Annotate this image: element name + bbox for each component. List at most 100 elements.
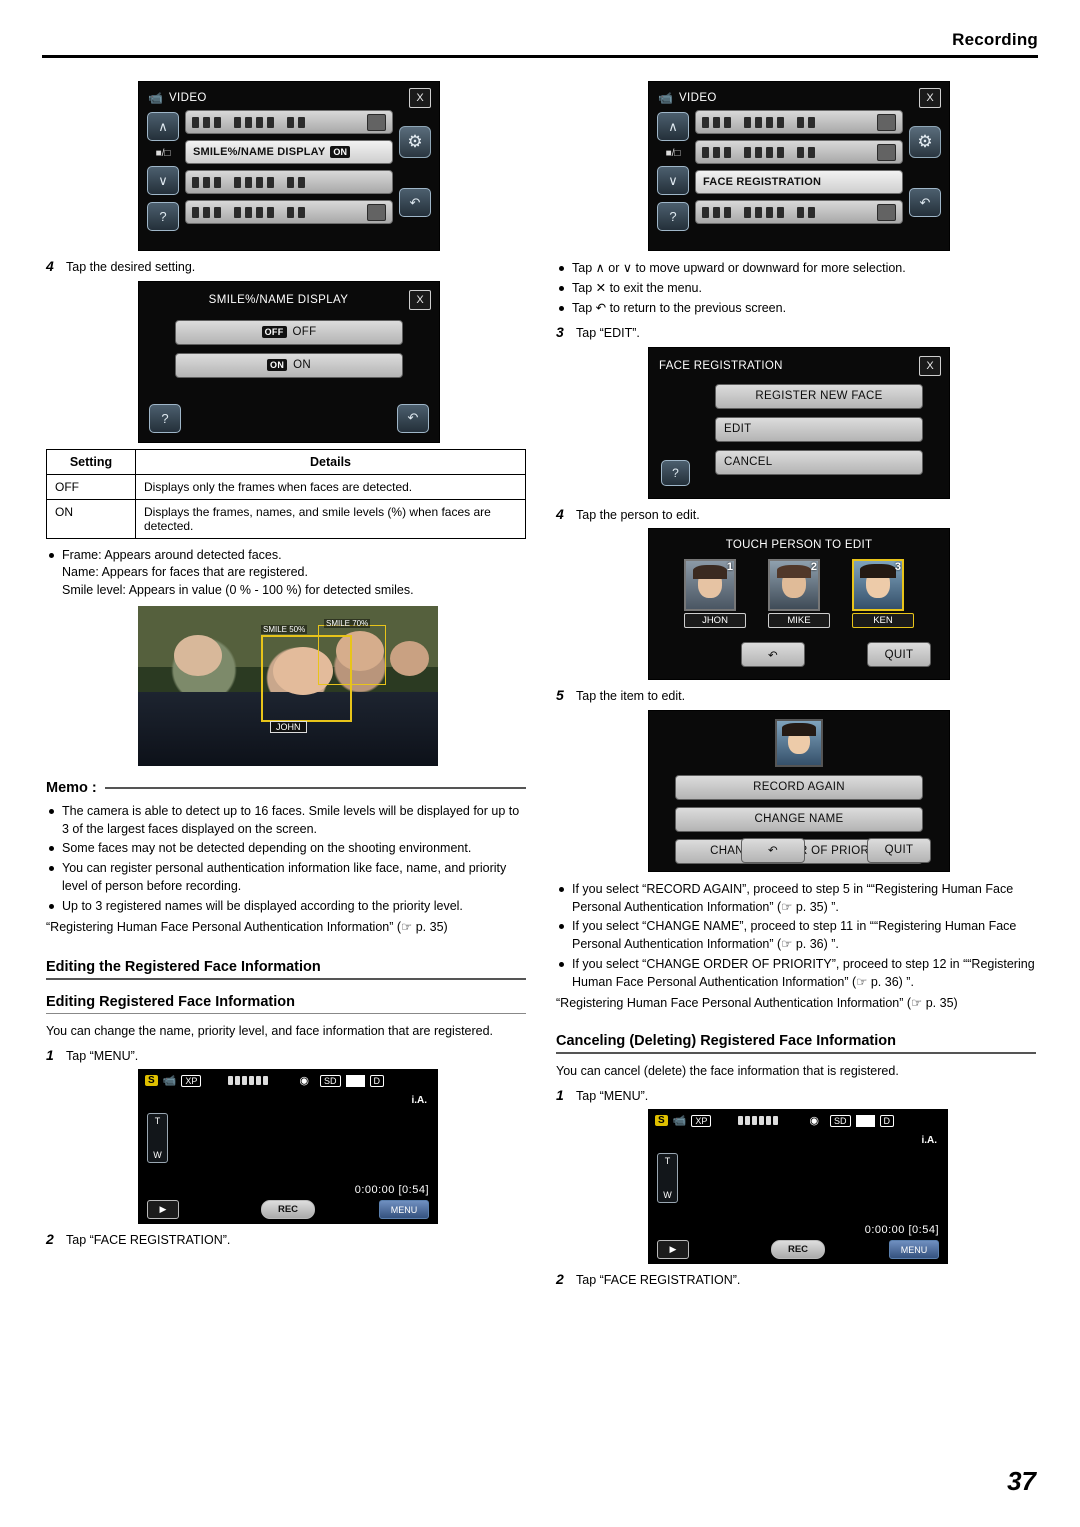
cancel-button[interactable]: CANCEL [715, 449, 923, 475]
close-icon[interactable]: X [919, 355, 941, 376]
menu-row-blurred-2[interactable] [185, 170, 393, 194]
menu-row-blurred-3[interactable] [695, 200, 903, 224]
option-off-button[interactable]: OFF OFF [175, 319, 403, 345]
back-button[interactable]: ↶ [741, 642, 805, 668]
step-text: Tap the person to edit. [576, 507, 700, 522]
page-header-title: Recording [952, 30, 1038, 49]
lcd-title: SMILE%/NAME DISPLAY [208, 293, 349, 306]
menu-row-smile-name-display[interactable]: SMILE%/NAME DISPLAY ON [185, 140, 393, 164]
close-icon[interactable]: X [919, 88, 941, 108]
step-text: Tap the desired setting. [66, 260, 196, 274]
step-4-left: 4 Tap the desired setting. [46, 258, 526, 277]
scroll-up-icon[interactable]: ∧ [147, 112, 179, 141]
face-name: MIKE [768, 613, 830, 629]
face-thumbnail[interactable]: 1 [684, 559, 736, 612]
face-entry[interactable]: 2 MIKE [768, 559, 830, 629]
menu-row-blurred-2[interactable] [695, 140, 903, 164]
timecode: 0:00:00 [0:54] [354, 1184, 429, 1197]
name-tag: JOHN [270, 720, 307, 733]
help-icon[interactable]: ? [149, 403, 181, 433]
step-text: Tap “EDIT”. [576, 326, 640, 341]
row-thumb-icon [367, 203, 386, 221]
back-icon[interactable]: ↶ [399, 188, 431, 217]
option-on-button[interactable]: ON ON [175, 352, 403, 378]
step-number: 4 [556, 505, 564, 522]
list-item: If you select “RECORD AGAIN”, proceed to… [556, 881, 1036, 917]
rec-button[interactable]: REC [261, 1200, 315, 1220]
table-header-setting: Setting [46, 448, 136, 475]
list-item: You can register personal authentication… [46, 860, 526, 896]
zoom-wide-label: W [153, 1150, 162, 1161]
face-entry-selected[interactable]: 3 KEN [852, 559, 914, 629]
close-icon[interactable]: X [409, 289, 431, 310]
menu-row-blurred-1[interactable] [695, 110, 903, 134]
header-rule [42, 55, 1038, 58]
help-icon[interactable]: ? [661, 459, 690, 486]
help-icon[interactable]: ? [657, 202, 689, 231]
row-thumb-icon [877, 143, 896, 161]
playback-button[interactable]: ▶ [657, 1240, 689, 1260]
menu-row-label: FACE REGISTRATION [703, 176, 822, 188]
page: Recording 37 📹 VIDEO X ∧ ■/□ ∨ ? SMILE%/… [0, 0, 1080, 1527]
status-badge: ON [330, 146, 351, 158]
face-thumbnail[interactable]: 2 [768, 559, 820, 612]
step-number: 2 [556, 1271, 564, 1288]
step-number: 5 [556, 687, 564, 704]
zoom-slider[interactable]: T W [147, 1113, 168, 1164]
record-again-button[interactable]: RECORD AGAIN [675, 774, 923, 800]
video-camera-icon: 📹 [162, 1075, 177, 1088]
table-row: OFF Displays only the frames when faces … [46, 473, 526, 500]
section-title-canceling: Canceling (Deleting) Registered Face Inf… [556, 1032, 896, 1049]
menu-row-blurred-3[interactable] [185, 200, 393, 224]
table-row: ON Displays the frames, names, and smile… [46, 498, 526, 539]
option-label: ON [293, 359, 311, 371]
list-item: Some faces may not be detected depending… [46, 840, 526, 858]
quit-button[interactable]: QUIT [867, 837, 931, 863]
intelligent-auto-label: i.A. [411, 1095, 427, 1107]
option-label: OFF [292, 326, 317, 338]
list-item: If you select “CHANGE ORDER OF PRIORITY”… [556, 956, 1036, 992]
face-number: 2 [810, 561, 817, 574]
scroll-down-icon[interactable]: ∨ [657, 166, 689, 195]
list-item: Tap ∧ or ∨ to move upward or downward fo… [556, 260, 1036, 278]
list-item: If you select “CHANGE NAME”, proceed to … [556, 918, 1036, 954]
menu-button[interactable]: MENU [889, 1240, 939, 1260]
scroll-up-icon[interactable]: ∧ [657, 112, 689, 141]
face-entry[interactable]: 1 JHON [684, 559, 746, 629]
gear-icon[interactable]: ⚙ [399, 126, 431, 158]
back-button[interactable]: ↶ [741, 837, 805, 863]
step-1-right: 1 Tap “MENU”. [556, 1087, 1036, 1106]
row-thumb-icon [877, 203, 896, 221]
menu-row-face-registration[interactable]: FACE REGISTRATION [695, 170, 903, 194]
scroll-down-icon[interactable]: ∨ [147, 166, 179, 195]
playback-button[interactable]: ▶ [147, 1200, 179, 1220]
face-thumbnail[interactable]: 3 [852, 559, 904, 612]
video-camera-icon: 📹 [672, 1115, 687, 1128]
edit-button[interactable]: EDIT [715, 416, 923, 442]
video-camera-icon: 📹 [148, 91, 163, 105]
quality-icon: XP [691, 1114, 712, 1127]
quit-button[interactable]: QUIT [867, 642, 931, 668]
change-name-button[interactable]: CHANGE NAME [675, 806, 923, 832]
gear-icon[interactable]: ⚙ [909, 126, 941, 158]
menu-button[interactable]: MENU [379, 1200, 429, 1220]
back-icon[interactable]: ↶ [397, 403, 429, 433]
d-mode-icon: D [369, 1074, 385, 1087]
subsection-body: You can change the name, priority level,… [46, 1023, 494, 1038]
lcd-title: VIDEO [678, 92, 717, 104]
back-icon[interactable]: ↶ [909, 188, 941, 217]
register-new-face-button[interactable]: REGISTER NEW FACE [715, 383, 923, 409]
close-icon[interactable]: X [409, 88, 431, 108]
menu-row-blurred-1[interactable] [185, 110, 393, 134]
list-item: Up to 3 registered names will be display… [46, 898, 526, 916]
rec-button[interactable]: REC [771, 1240, 825, 1260]
mode-switch-icon: ■/□ [155, 148, 171, 159]
help-icon[interactable]: ? [147, 202, 179, 231]
face-thumbnail [775, 718, 823, 767]
sd-card-icon: SD [830, 1114, 851, 1127]
lcd-title: VIDEO [168, 92, 207, 104]
zoom-slider[interactable]: T W [657, 1153, 678, 1204]
mode-switch-icon: ■/□ [665, 148, 681, 159]
step-number: 1 [556, 1086, 564, 1103]
sound-icon: ◉ [809, 1115, 819, 1128]
